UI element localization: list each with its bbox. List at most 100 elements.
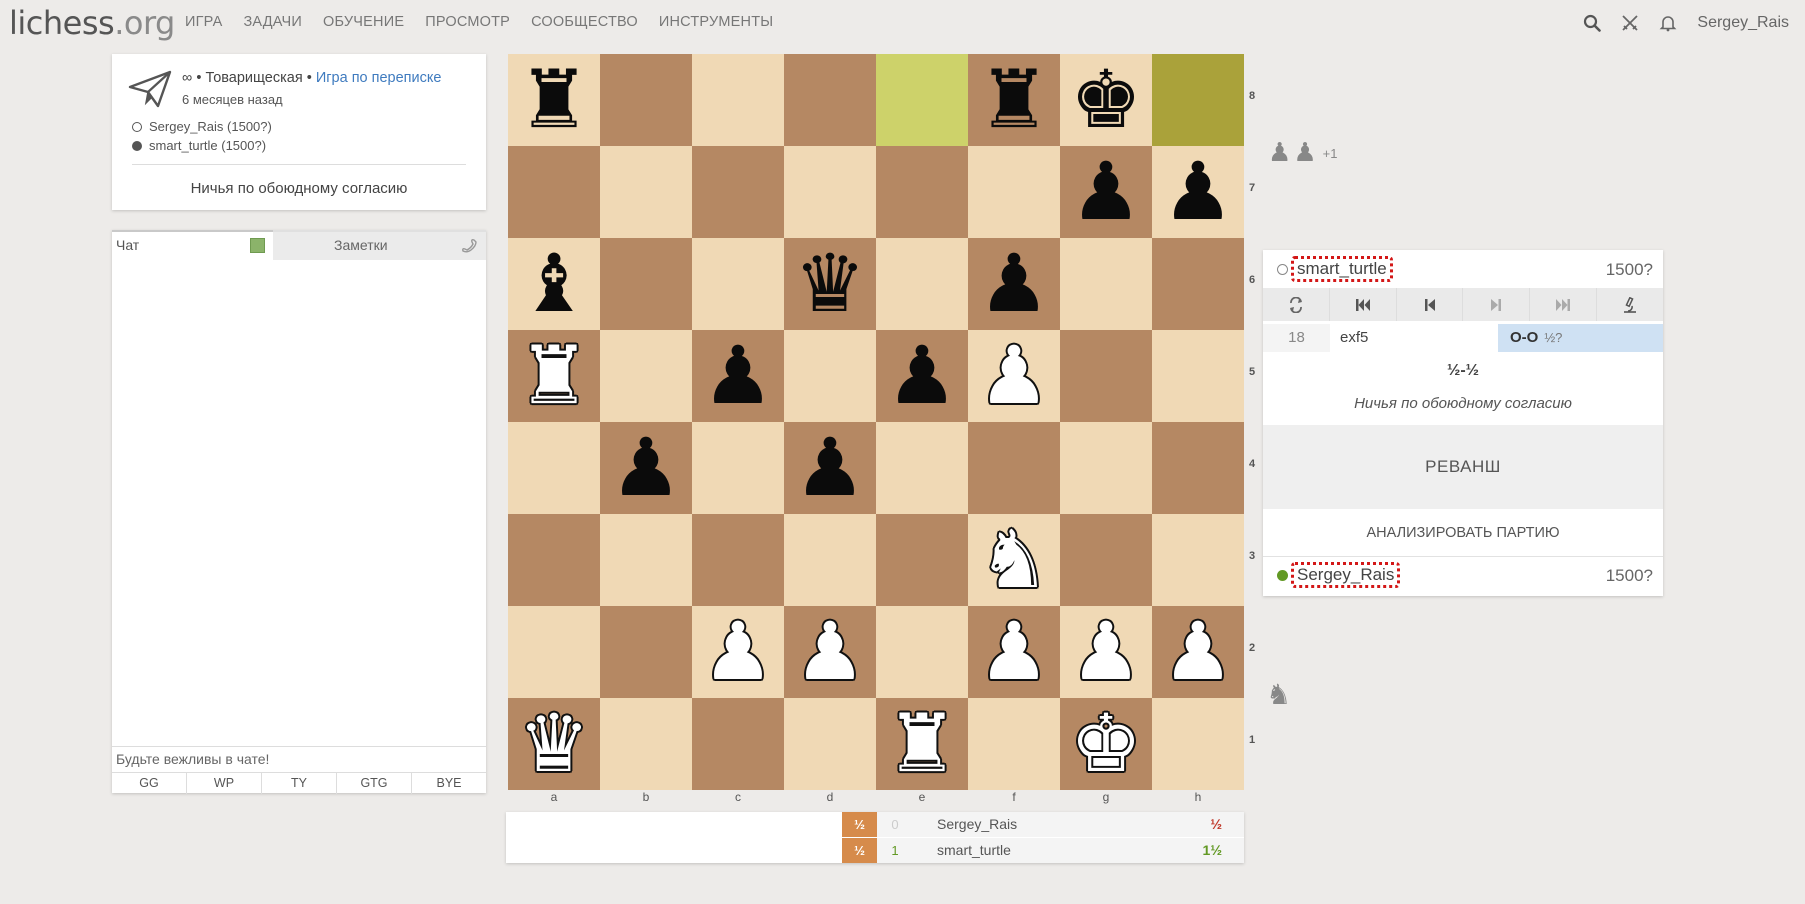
white-pawn[interactable]: ♟ xyxy=(1070,606,1142,698)
square-e3[interactable] xyxy=(876,514,968,606)
black-move[interactable]: O-O ½? xyxy=(1498,324,1663,352)
square-d7[interactable] xyxy=(784,146,876,238)
white-king[interactable]: ♚ xyxy=(1070,698,1142,790)
square-h5[interactable] xyxy=(1152,330,1244,422)
square-a2[interactable] xyxy=(508,606,600,698)
square-g7[interactable]: ♟ xyxy=(1060,146,1152,238)
square-c6[interactable] xyxy=(692,238,784,330)
bottom-player-name[interactable]: Sergey_Rais xyxy=(1291,562,1401,588)
black-player-info[interactable]: smart_turtle (1500?) xyxy=(132,136,272,155)
chat-input[interactable]: Будьте вежливы в чате! xyxy=(112,746,486,771)
square-g3[interactable] xyxy=(1060,514,1152,606)
nav-play[interactable]: ИГРА xyxy=(185,14,222,30)
square-b4[interactable]: ♟ xyxy=(600,422,692,514)
white-knight[interactable]: ♞ xyxy=(978,514,1050,606)
preset-gtg[interactable]: GTG xyxy=(337,773,412,794)
square-d3[interactable] xyxy=(784,514,876,606)
bell-icon[interactable] xyxy=(1657,12,1679,34)
square-c7[interactable] xyxy=(692,146,784,238)
square-d8[interactable] xyxy=(784,54,876,146)
square-f8[interactable]: ♜ xyxy=(968,54,1060,146)
analyse-game-button[interactable]: АНАЛИЗИРОВАТЬ ПАРТИЮ xyxy=(1263,509,1663,557)
square-f5[interactable]: ♟ xyxy=(968,330,1060,422)
square-e7[interactable] xyxy=(876,146,968,238)
square-b2[interactable] xyxy=(600,606,692,698)
square-a4[interactable] xyxy=(508,422,600,514)
black-king[interactable]: ♚ xyxy=(1070,54,1142,146)
search-icon[interactable] xyxy=(1581,12,1603,34)
chat-toggle-checkbox[interactable] xyxy=(250,238,265,253)
black-pawn[interactable]: ♟ xyxy=(886,330,958,422)
last-move-icon[interactable] xyxy=(1530,288,1598,321)
black-queen[interactable]: ♛ xyxy=(794,238,866,330)
square-a5[interactable]: ♜ xyxy=(508,330,600,422)
white-pawn[interactable]: ♟ xyxy=(978,606,1050,698)
rematch-button[interactable]: РЕВАНШ xyxy=(1263,425,1663,509)
square-d4[interactable]: ♟ xyxy=(784,422,876,514)
top-player-name[interactable]: smart_turtle xyxy=(1291,256,1393,282)
square-b6[interactable] xyxy=(600,238,692,330)
square-a1[interactable]: ♛ xyxy=(508,698,600,790)
square-d6[interactable]: ♛ xyxy=(784,238,876,330)
site-logo[interactable]: lichess.org xyxy=(9,4,175,42)
preset-gg[interactable]: GG xyxy=(112,773,187,794)
microscope-icon[interactable] xyxy=(1597,288,1663,321)
square-b7[interactable] xyxy=(600,146,692,238)
square-c2[interactable]: ♟ xyxy=(692,606,784,698)
square-c4[interactable] xyxy=(692,422,784,514)
preset-wp[interactable]: WP xyxy=(187,773,262,794)
square-f1[interactable] xyxy=(968,698,1060,790)
square-h8[interactable] xyxy=(1152,54,1244,146)
square-g5[interactable] xyxy=(1060,330,1152,422)
tab-notes[interactable]: Заметки xyxy=(273,230,486,260)
square-b5[interactable] xyxy=(600,330,692,422)
flip-board-icon[interactable] xyxy=(1263,288,1330,321)
square-b8[interactable] xyxy=(600,54,692,146)
square-b3[interactable] xyxy=(600,514,692,606)
square-a8[interactable]: ♜ xyxy=(508,54,600,146)
crossed-swords-icon[interactable] xyxy=(1619,12,1641,34)
correspondence-link[interactable]: Игра по переписке xyxy=(316,70,442,86)
black-pawn[interactable]: ♟ xyxy=(1070,146,1142,238)
black-pawn[interactable]: ♟ xyxy=(610,422,682,514)
prev-move-icon[interactable] xyxy=(1397,288,1464,321)
preset-ty[interactable]: TY xyxy=(262,773,337,794)
square-g4[interactable] xyxy=(1060,422,1152,514)
nav-watch[interactable]: ПРОСМОТР xyxy=(425,14,510,30)
square-d5[interactable] xyxy=(784,330,876,422)
square-g8[interactable]: ♚ xyxy=(1060,54,1152,146)
square-d2[interactable]: ♟ xyxy=(784,606,876,698)
black-pawn[interactable]: ♟ xyxy=(702,330,774,422)
square-h1[interactable] xyxy=(1152,698,1244,790)
score-player[interactable]: smart_turtle 1½ xyxy=(913,838,1244,863)
black-pawn[interactable]: ♟ xyxy=(1162,146,1234,238)
square-d1[interactable] xyxy=(784,698,876,790)
square-b1[interactable] xyxy=(600,698,692,790)
square-a3[interactable] xyxy=(508,514,600,606)
square-f3[interactable]: ♞ xyxy=(968,514,1060,606)
black-rook[interactable]: ♜ xyxy=(978,54,1050,146)
square-f4[interactable] xyxy=(968,422,1060,514)
square-h4[interactable] xyxy=(1152,422,1244,514)
nav-community[interactable]: СООБЩЕСТВО xyxy=(531,14,638,30)
square-c8[interactable] xyxy=(692,54,784,146)
black-bishop[interactable]: ♝ xyxy=(518,238,590,330)
nav-learn[interactable]: ОБУЧЕНИЕ xyxy=(323,14,404,30)
nav-tools[interactable]: ИНСТРУМЕНТЫ xyxy=(659,14,773,30)
black-pawn[interactable]: ♟ xyxy=(978,238,1050,330)
white-rook[interactable]: ♜ xyxy=(518,330,590,422)
square-h2[interactable]: ♟ xyxy=(1152,606,1244,698)
chess-board[interactable]: ♜ ♜ ♚ ♟ ♟ ♝ ♛ ♟ ♜ ♟ ♟ ♟ ♟ ♟ ♞ ♟ ♟ ♟ ♟ ♟ ♛ ♜ ♚ xyxy=(508,54,1244,790)
square-h3[interactable] xyxy=(1152,514,1244,606)
first-move-icon[interactable] xyxy=(1330,288,1397,321)
score-player[interactable]: Sergey_Rais ½ xyxy=(913,812,1244,837)
square-e6[interactable] xyxy=(876,238,968,330)
black-rook[interactable]: ♜ xyxy=(518,54,590,146)
next-move-icon[interactable] xyxy=(1463,288,1531,321)
square-g2[interactable]: ♟ xyxy=(1060,606,1152,698)
square-e5[interactable]: ♟ xyxy=(876,330,968,422)
white-player-info[interactable]: Sergey_Rais (1500?) xyxy=(132,117,272,136)
square-h6[interactable] xyxy=(1152,238,1244,330)
square-f2[interactable]: ♟ xyxy=(968,606,1060,698)
nav-puzzles[interactable]: ЗАДАЧИ xyxy=(243,14,302,30)
